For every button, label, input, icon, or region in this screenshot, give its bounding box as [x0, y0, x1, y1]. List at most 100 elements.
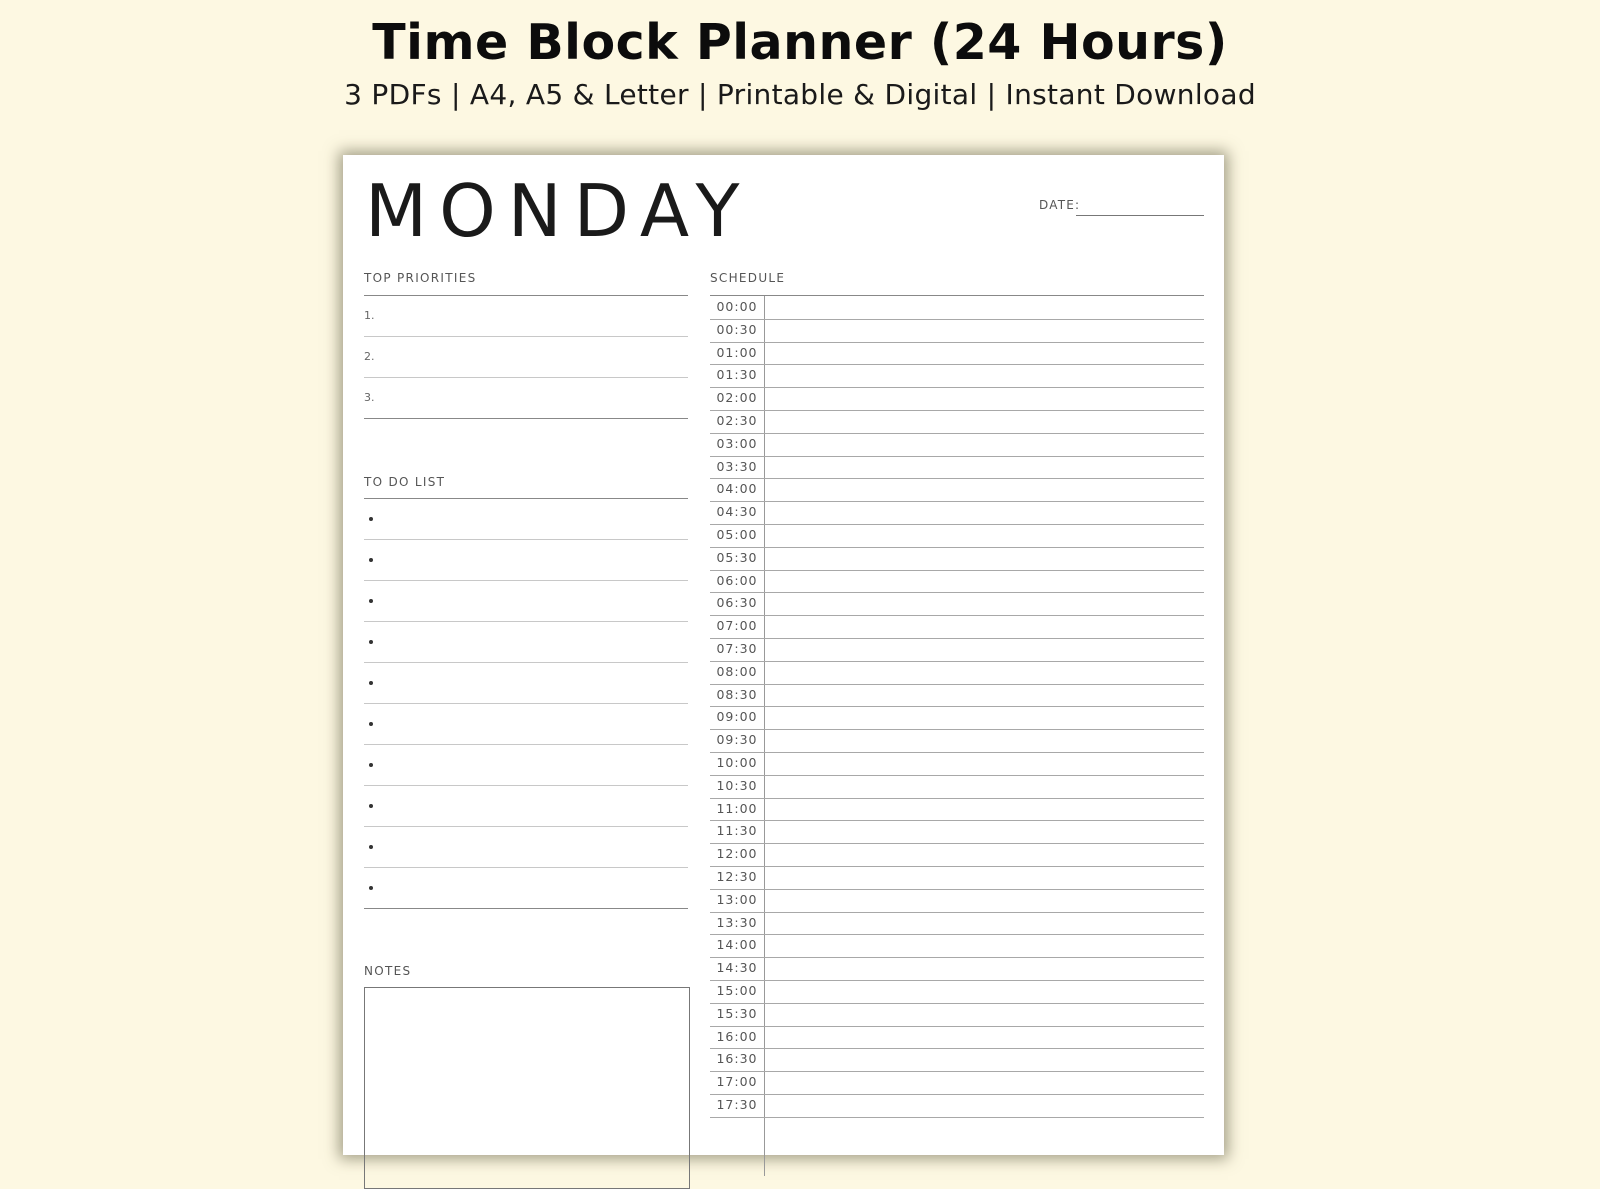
schedule-slot[interactable] — [710, 364, 1204, 366]
schedule-slot[interactable] — [710, 1094, 1204, 1095]
time-label: 15:30 — [716, 1005, 758, 1021]
time-label: 02:30 — [716, 413, 758, 428]
schedule-slot[interactable] — [710, 1025, 1204, 1027]
time-label: 08:30 — [716, 686, 758, 702]
schedule-slot[interactable] — [710, 478, 1204, 480]
schedule-slot[interactable] — [710, 729, 1204, 731]
schedule-slot[interactable] — [710, 1002, 1204, 1004]
bullet-icon — [369, 845, 373, 849]
schedule-slot[interactable] — [710, 410, 1204, 411]
todo-top-rule — [364, 498, 688, 499]
schedule-slot[interactable] — [710, 797, 1204, 799]
date-field[interactable] — [1076, 215, 1204, 216]
schedule-slot[interactable] — [710, 546, 1204, 548]
todo-line[interactable] — [364, 703, 688, 704]
time-label: 02:00 — [716, 390, 758, 406]
schedule-time-divider — [764, 296, 765, 1176]
schedule-slot[interactable] — [710, 501, 1204, 503]
todo-line[interactable] — [364, 621, 688, 622]
time-label: 14:30 — [716, 960, 758, 976]
todo-line[interactable] — [364, 744, 688, 745]
time-label: 00:00 — [716, 299, 758, 314]
bullet-icon — [369, 681, 373, 685]
time-label: 11:30 — [716, 823, 758, 839]
schedule-slot[interactable] — [710, 843, 1204, 845]
time-label: 06:00 — [716, 572, 758, 588]
schedule-slot[interactable] — [710, 1071, 1204, 1073]
time-label: 12:00 — [716, 846, 758, 862]
schedule-slot[interactable] — [710, 455, 1204, 457]
schedule-slot[interactable] — [710, 820, 1204, 822]
notes-heading: NOTES — [364, 964, 412, 978]
time-label: 11:00 — [716, 800, 758, 816]
time-label: 00:30 — [716, 321, 758, 337]
schedule-slot[interactable] — [710, 866, 1204, 867]
time-label: 17:00 — [716, 1074, 758, 1090]
schedule-slot[interactable] — [710, 888, 1204, 890]
todo-line[interactable] — [364, 908, 688, 909]
time-label: 01:30 — [716, 367, 758, 383]
time-label: 04:00 — [716, 481, 758, 497]
schedule-slot[interactable] — [710, 660, 1204, 662]
schedule-slot[interactable] — [710, 638, 1204, 639]
todo-line[interactable] — [364, 539, 688, 540]
schedule-slot[interactable] — [710, 706, 1204, 708]
schedule-slot[interactable] — [710, 683, 1204, 685]
time-label: 12:30 — [716, 869, 758, 884]
bullet-icon — [369, 763, 373, 767]
schedule-slot[interactable] — [710, 432, 1204, 434]
schedule-top-rule — [710, 295, 1204, 296]
time-label: 01:00 — [716, 344, 758, 360]
schedule-slot[interactable] — [710, 1048, 1204, 1050]
schedule-slot[interactable] — [710, 934, 1204, 936]
priority-line[interactable] — [364, 336, 688, 337]
schedule-slot[interactable] — [710, 318, 1204, 320]
product-subtitle: 3 PDFs | A4, A5 & Letter | Printable & D… — [344, 78, 1256, 111]
time-label: 08:00 — [716, 663, 758, 679]
schedule-slot[interactable] — [710, 774, 1204, 776]
notes-box[interactable] — [364, 987, 690, 1189]
schedule-slot[interactable] — [710, 524, 1204, 525]
time-label: 07:00 — [716, 618, 758, 634]
time-label: 16:00 — [716, 1028, 758, 1044]
todo-line[interactable] — [364, 785, 688, 786]
time-label: 16:30 — [716, 1051, 758, 1067]
date-label: DATE: — [1039, 198, 1081, 212]
todo-heading: TO DO LIST — [364, 475, 446, 489]
time-label: 05:00 — [716, 527, 758, 542]
priority-number: 1. — [364, 309, 375, 322]
planner-page: MONDAY DATE: TOP PRIORITIES 1. 2. 3. TO DO… — [343, 155, 1224, 1189]
time-label: 04:30 — [716, 504, 758, 520]
priority-number: 3. — [364, 391, 375, 404]
priority-number: 2. — [364, 350, 375, 363]
schedule-slot[interactable] — [710, 387, 1204, 389]
todo-line[interactable] — [364, 580, 688, 581]
time-label: 07:30 — [716, 641, 758, 656]
bullet-icon — [369, 804, 373, 808]
time-label: 09:00 — [716, 709, 758, 725]
time-label: 03:00 — [716, 435, 758, 451]
time-label: 15:00 — [716, 983, 758, 998]
time-label: 13:00 — [716, 891, 758, 907]
bullet-icon — [369, 886, 373, 890]
time-label: 10:00 — [716, 755, 758, 770]
schedule-slot[interactable] — [710, 980, 1204, 981]
schedule-slot[interactable] — [710, 569, 1204, 571]
schedule-slot[interactable] — [710, 752, 1204, 753]
time-label: 09:30 — [716, 732, 758, 748]
priority-line[interactable] — [364, 377, 688, 378]
schedule-slot[interactable] — [710, 592, 1204, 594]
todo-line[interactable] — [364, 867, 688, 868]
time-label: 10:30 — [716, 777, 758, 793]
schedule-slot[interactable] — [710, 615, 1204, 617]
schedule-slot[interactable] — [710, 911, 1204, 913]
bullet-icon — [369, 558, 373, 562]
schedule-slot[interactable] — [710, 1116, 1204, 1118]
schedule-slot[interactable] — [710, 957, 1204, 959]
todo-line[interactable] — [364, 662, 688, 663]
time-label: 05:30 — [716, 549, 758, 565]
schedule-slot[interactable] — [710, 341, 1204, 343]
bullet-icon — [369, 599, 373, 603]
todo-line[interactable] — [364, 826, 688, 827]
priority-line[interactable] — [364, 418, 688, 419]
